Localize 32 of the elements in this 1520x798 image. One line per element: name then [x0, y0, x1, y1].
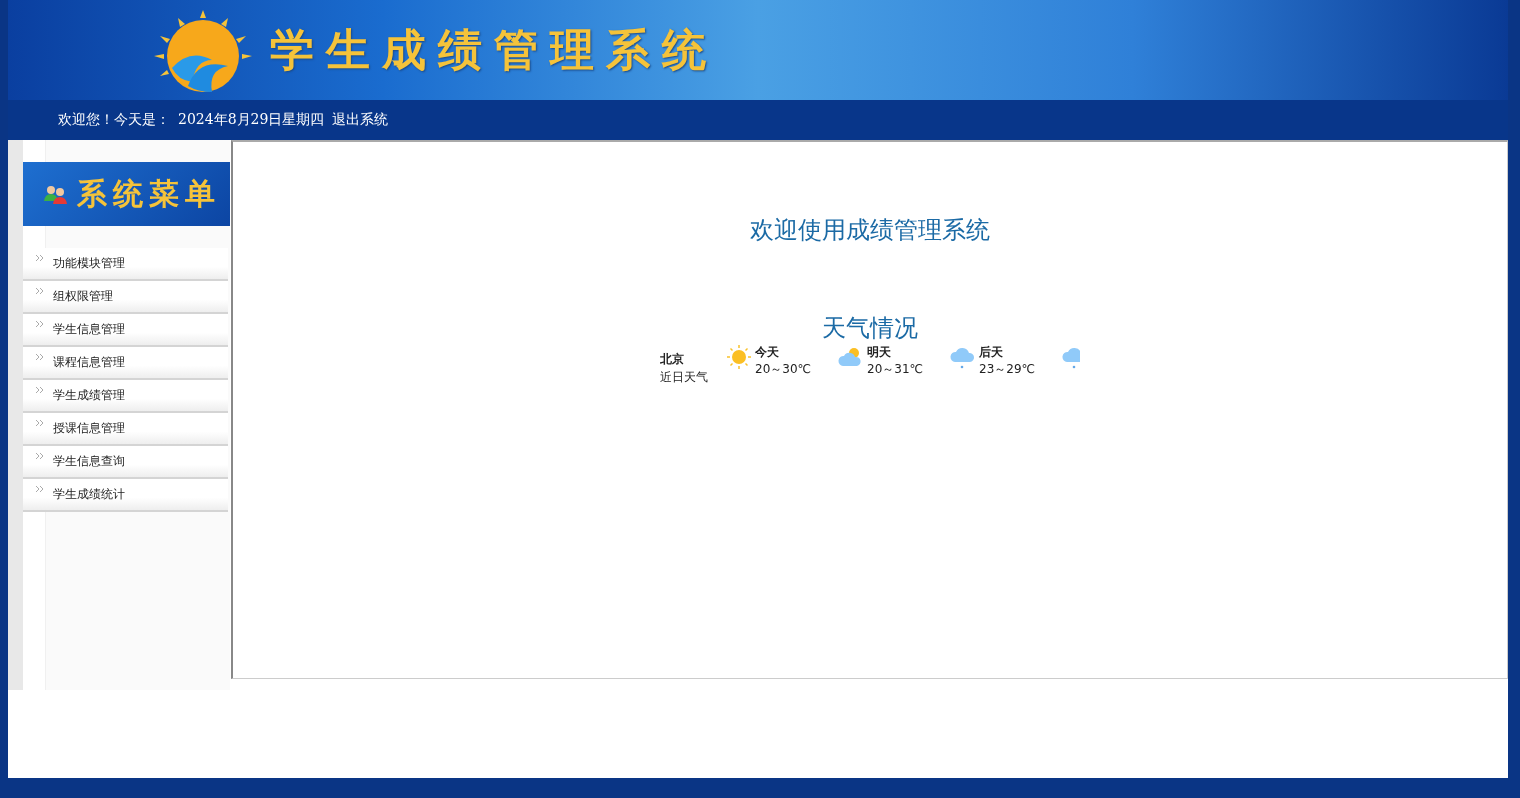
city-name: 北京 — [660, 351, 685, 368]
double-chevron-icon — [35, 485, 45, 493]
menu-item[interactable]: 学生成绩统计 — [23, 479, 228, 512]
forecast-day: 今天 — [755, 344, 811, 361]
forecast-day: 后天 — [979, 344, 1035, 361]
menu-item[interactable]: 授课信息管理 — [23, 413, 228, 446]
date-text: 2024年8月29日星期四 — [178, 111, 325, 129]
double-chevron-icon — [35, 320, 45, 328]
weather-subtitle: 近日天气 — [660, 369, 709, 386]
users-icon — [43, 184, 69, 204]
menu-item[interactable]: 学生成绩管理 — [23, 380, 228, 413]
temperature-range: 20～31℃ — [867, 361, 923, 378]
menu-item[interactable]: 组权限管理 — [23, 281, 228, 314]
menu-item[interactable]: 学生信息管理 — [23, 314, 228, 347]
double-chevron-icon — [35, 353, 45, 361]
menu-item[interactable]: 课程信息管理 — [23, 347, 228, 380]
double-chevron-icon — [35, 386, 45, 394]
double-chevron-icon — [35, 287, 45, 295]
weather-heading: 天气情况 — [822, 313, 918, 344]
menu-item[interactable]: 功能模块管理 — [23, 248, 228, 281]
double-chevron-icon — [35, 254, 45, 262]
system-title: 学生成绩管理系统 — [270, 22, 718, 77]
forecast-day: 明天 — [867, 344, 923, 361]
temperature-range: 20～30℃ — [755, 361, 811, 378]
greeting-text: 欢迎您！今天是： — [58, 111, 170, 129]
menu-item[interactable]: 学生信息查询 — [23, 446, 228, 479]
logout-link[interactable]: 退出系统 — [332, 111, 389, 129]
temperature-range: 23～29℃ — [979, 361, 1035, 378]
welcome-heading: 欢迎使用成绩管理系统 — [750, 215, 990, 246]
double-chevron-icon — [35, 452, 45, 460]
double-chevron-icon — [35, 419, 45, 427]
menu-title: 系统菜单 — [77, 174, 221, 213]
